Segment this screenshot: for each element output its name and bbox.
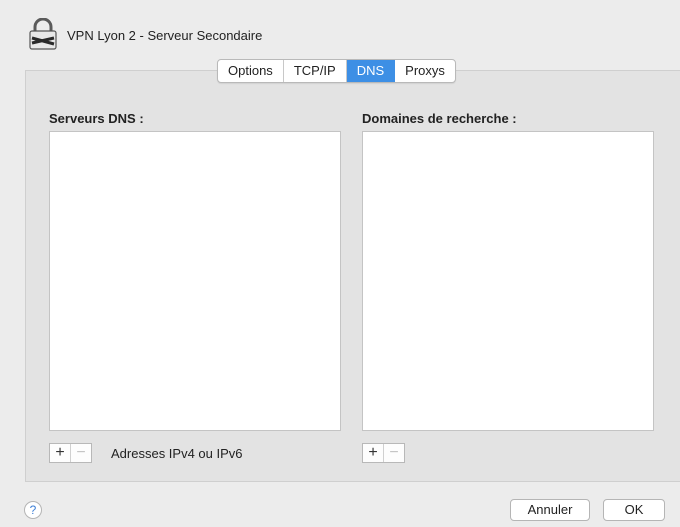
dns-servers-add-remove: + − xyxy=(49,443,92,463)
remove-dns-server-button[interactable]: − xyxy=(70,444,91,462)
tab-options[interactable]: Options xyxy=(218,60,284,82)
window-title: VPN Lyon 2 - Serveur Secondaire xyxy=(67,28,263,43)
tab-dns[interactable]: DNS xyxy=(346,60,396,82)
add-search-domain-button[interactable]: + xyxy=(363,444,383,462)
remove-search-domain-button[interactable]: − xyxy=(383,444,404,462)
help-icon[interactable]: ? xyxy=(24,501,42,519)
tab-tcpip[interactable]: TCP/IP xyxy=(284,60,347,82)
ok-button[interactable]: OK xyxy=(603,499,665,521)
add-dns-server-button[interactable]: + xyxy=(50,444,70,462)
tab-proxys[interactable]: Proxys xyxy=(395,60,455,82)
window-header: VPN Lyon 2 - Serveur Secondaire xyxy=(0,0,680,60)
search-domains-add-remove: + − xyxy=(362,443,405,463)
search-domains-label: Domaines de recherche : xyxy=(362,111,517,126)
dns-servers-label: Serveurs DNS : xyxy=(49,111,144,126)
cancel-button[interactable]: Annuler xyxy=(510,499,590,521)
dns-address-hint: Adresses IPv4 ou IPv6 xyxy=(111,446,243,461)
vpn-lock-icon xyxy=(29,18,57,50)
tab-bar: Options TCP/IP DNS Proxys xyxy=(217,59,456,83)
search-domains-list[interactable] xyxy=(362,131,654,431)
dns-servers-list[interactable] xyxy=(49,131,341,431)
